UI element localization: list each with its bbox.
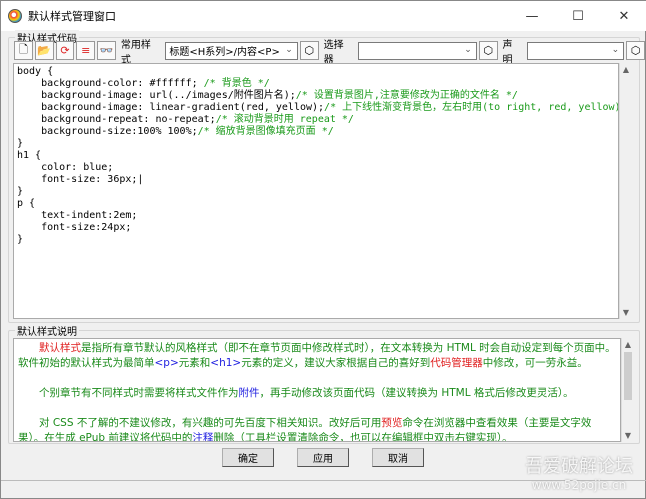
description-paragraph: 对 CSS 不了解的不建议修改，有兴趣的可先百度下相关知识。改好后可用预览命令在…	[18, 416, 616, 442]
code-line: }	[17, 138, 615, 150]
selector-label: 选择器	[323, 39, 344, 66]
refresh-icon[interactable]: ⟳	[55, 41, 75, 60]
code-text: font-size: 36px;|	[17, 174, 144, 185]
code-comment: /* 滚动背景时用 repeat */	[215, 114, 354, 125]
description-segment: 代码管理器	[430, 357, 483, 369]
code-text: }	[17, 186, 24, 197]
description-segment: 默认样式	[39, 342, 81, 354]
title-bar: 默认样式管理窗口 — ☐ ✕	[1, 1, 646, 31]
selector-select[interactable]: ⌄	[358, 41, 477, 60]
code-comment: /* 缩放背景图像填充页面 */	[197, 126, 334, 137]
css-code-editor[interactable]: body { background-color: #ffffff; /* 背景色…	[13, 63, 619, 319]
code-text: }	[17, 138, 24, 149]
insert-declaration-icon[interactable]: ⬡	[626, 41, 645, 60]
cancel-button[interactable]: 取消	[372, 448, 424, 467]
description-segment: 预览	[381, 417, 403, 429]
description-paragraph: 默认样式是指所有章节默认的风格样式（即不在章节页面中修改样式时），在文本转换为 …	[18, 341, 616, 371]
code-comment: /* 设置背景图片,注意要修改为正确的文件名 */	[295, 90, 518, 101]
scroll-up-icon[interactable]: ▲	[620, 65, 632, 74]
scroll-thumb[interactable]	[624, 352, 632, 400]
code-line: font-size:24px;	[17, 222, 615, 234]
chevron-down-icon: ⌄	[611, 44, 620, 55]
code-text: text-indent:2em;	[17, 210, 138, 221]
open-file-icon[interactable]: 📂	[34, 41, 54, 60]
watermark-line2: www.52pojie.cn	[531, 478, 627, 492]
insert-style-icon[interactable]: ⬡	[299, 41, 319, 60]
code-text: font-size:24px;	[17, 222, 132, 233]
description-segment: 删除（工具栏设置清除命令，也可以在编辑框中双击右键实现）。	[213, 432, 513, 442]
description-segment: 中修改，可一劳永益。	[482, 357, 588, 369]
minimize-button[interactable]: —	[509, 1, 555, 31]
code-line: background-repeat: no-repeat;/* 滚动背景时用 r…	[17, 114, 615, 126]
window-title: 默认样式管理窗口	[28, 10, 116, 23]
scroll-down-icon[interactable]: ▼	[622, 431, 634, 440]
code-text: }	[17, 234, 24, 245]
description-segment: 元素的定义，建议大家根据自己的喜好到	[241, 357, 431, 369]
new-file-icon[interactable]: 🗋	[14, 41, 33, 60]
common-style-label: 常用样式	[120, 39, 151, 66]
code-text: background-color: #ffffff;	[17, 78, 204, 89]
code-line: h1 {	[17, 150, 615, 162]
code-comment: /* 上下线性渐变背景色，左右时用(to right, red, yellow)…	[324, 102, 619, 113]
code-line: font-size: 36px;|	[17, 174, 615, 186]
description-segment: 附件	[238, 387, 260, 399]
maximize-button[interactable]: ☐	[555, 1, 601, 31]
code-comment: /* 背景色 */	[203, 78, 270, 89]
watermark: 吾爱破解论坛 www.52pojie.cn	[525, 452, 633, 492]
close-button[interactable]: ✕	[601, 1, 646, 31]
editor-scrollbar[interactable]: ▲ ▼	[619, 63, 632, 319]
chevron-down-icon: ⌄	[285, 44, 293, 55]
description-text: 默认样式是指所有章节默认的风格样式（即不在章节页面中修改样式时），在文本转换为 …	[13, 338, 621, 442]
description-paragraph: 个别章节有不同样式时需要将样式文件作为附件，再手动修改该页面代码（建议转换为 H…	[18, 386, 616, 401]
code-line: }	[17, 234, 615, 246]
code-line: background-color: #ffffff; /* 背景色 */	[17, 78, 615, 90]
description-segment: 注释	[192, 432, 214, 442]
ok-button[interactable]: 确定	[222, 448, 274, 467]
code-line: }	[17, 186, 615, 198]
preview-icon[interactable]: 👓	[97, 41, 116, 60]
description-segment: ，再手动修改该页面代码（建议转换为 HTML 格式后修改更灵活）。	[259, 387, 574, 399]
apply-button[interactable]: 应用	[297, 448, 349, 467]
description-segment: 对 CSS 不了解的不建议修改，有兴趣的可先百度下相关知识。改好后可用	[39, 417, 382, 429]
code-line: text-indent:2em;	[17, 210, 615, 222]
code-text: color: blue;	[17, 162, 114, 173]
code-line: body {	[17, 66, 615, 78]
code-line: background-image: url(../images/附件图片名);/…	[17, 90, 615, 102]
scroll-up-icon[interactable]: ▲	[622, 340, 634, 349]
code-text: h1 {	[17, 150, 42, 161]
code-line: background-size:100% 100%;/* 缩放背景图像填充页面 …	[17, 126, 615, 138]
app-palette-icon	[8, 9, 22, 23]
insert-selector-icon[interactable]: ⬡	[478, 41, 498, 60]
common-style-value: 标题<H系列>/内容<P>	[169, 47, 280, 58]
description-segment: <h1>	[210, 357, 242, 369]
common-style-select[interactable]: 标题<H系列>/内容<P> ⌄	[165, 41, 298, 60]
code-text: background-size:100% 100%;	[17, 126, 198, 137]
declaration-label: 声明	[502, 39, 513, 66]
scroll-down-icon[interactable]: ▼	[620, 308, 632, 317]
code-text: p {	[17, 198, 36, 209]
watermark-line1: 吾爱破解论坛	[525, 456, 633, 477]
description-group-legend: 默认样式说明	[15, 323, 79, 338]
declaration-select[interactable]: ⌄	[527, 41, 625, 60]
description-segment: 个别章节有不同样式时需要将样式文件作为	[39, 387, 239, 399]
code-line: background-image: linear-gradient(red, y…	[17, 102, 618, 114]
description-scrollbar[interactable]: ▲ ▼	[621, 338, 634, 442]
description-segment: 元素和	[178, 357, 211, 369]
chevron-down-icon: ⌄	[464, 44, 472, 55]
code-text: body {	[17, 66, 54, 77]
code-text: background-image: url(../images/附件图片名);	[17, 90, 296, 101]
toolbar: 🗋 📂 ⟳ ≡ 👓 常用样式 标题<H系列>/内容<P> ⌄ ⬡ 选择器 ⌄ ⬡ …	[14, 40, 645, 66]
description-segment: <p>	[154, 357, 179, 369]
code-text: background-repeat: no-repeat;	[17, 114, 216, 125]
code-line: color: blue;	[17, 162, 615, 174]
clear-icon[interactable]: ≡	[76, 41, 96, 60]
code-line: p {	[17, 198, 615, 210]
code-text: background-image: linear-gradient(red, y…	[17, 102, 325, 113]
